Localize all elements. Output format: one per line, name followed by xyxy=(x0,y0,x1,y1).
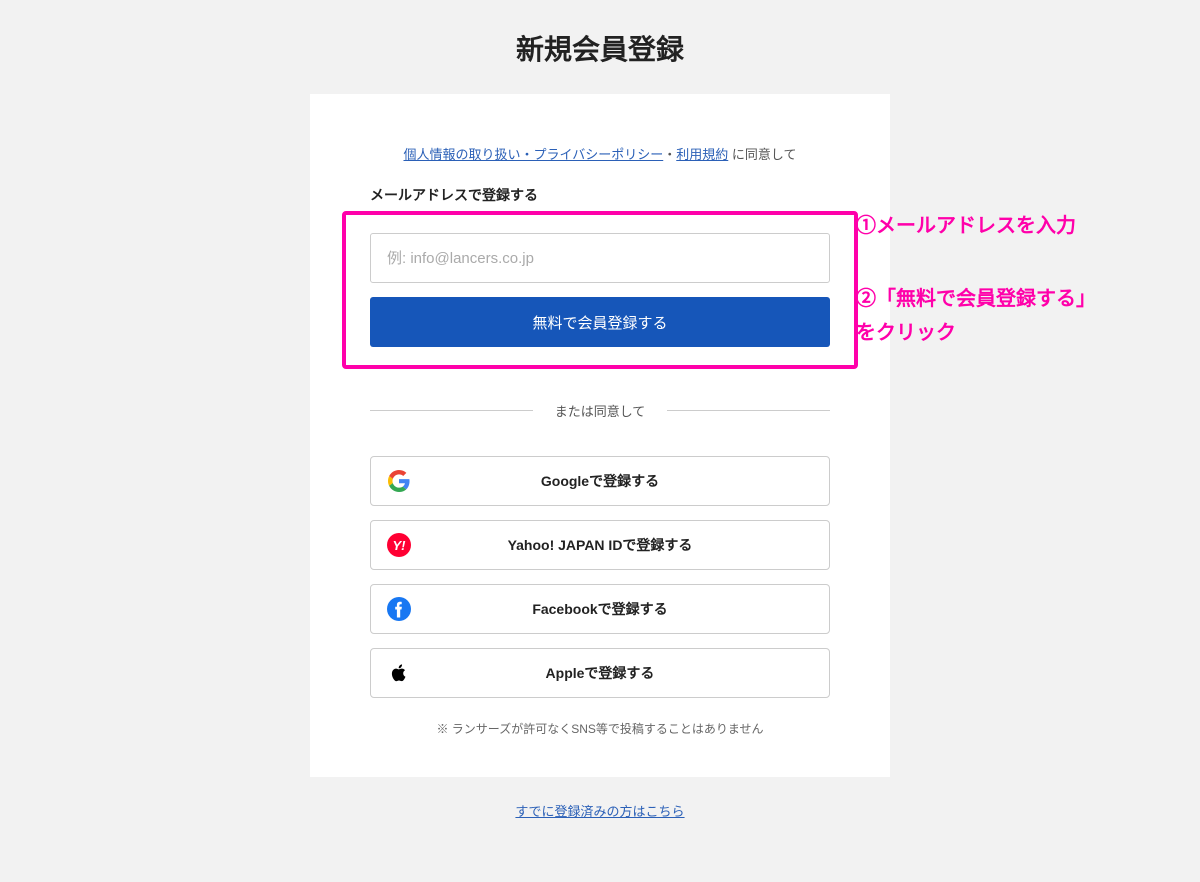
consent-text: 個人情報の取り扱い・プライバシーポリシー・利用規約 に同意して xyxy=(342,144,858,163)
email-input[interactable] xyxy=(370,233,830,283)
facebook-register-button[interactable]: Facebookで登録する xyxy=(370,584,830,634)
privacy-link[interactable]: 個人情報の取り扱い・プライバシーポリシー xyxy=(403,147,663,162)
apple-register-button[interactable]: Appleで登録する xyxy=(370,648,830,698)
email-section-label: メールアドレスで登録する xyxy=(370,185,858,205)
page-title: 新規会員登録 xyxy=(0,0,1200,94)
register-button[interactable]: 無料で会員登録する xyxy=(370,297,830,347)
separator: ・ xyxy=(663,147,676,162)
consent-tail: に同意して xyxy=(728,147,796,162)
annotation-step-1: ①メールアドレスを入力 xyxy=(856,210,1076,242)
sns-disclaimer: ※ ランサーズが許可なくSNS等で投稿することはありません xyxy=(342,720,858,737)
social-buttons-group: Googleで登録する Y! Yahoo! JAPAN IDで登録する Face… xyxy=(370,456,830,698)
already-registered-link[interactable]: すでに登録済みの方はこちら xyxy=(515,804,684,819)
google-label: Googleで登録する xyxy=(427,471,829,491)
divider: または同意して xyxy=(370,401,830,420)
yahoo-label: Yahoo! JAPAN IDで登録する xyxy=(427,535,829,555)
facebook-icon xyxy=(371,597,427,621)
footer: すでに登録済みの方はこちら xyxy=(0,801,1200,820)
registration-card: 個人情報の取り扱い・プライバシーポリシー・利用規約 に同意して メールアドレスで… xyxy=(310,94,890,777)
google-register-button[interactable]: Googleで登録する xyxy=(370,456,830,506)
facebook-label: Facebookで登録する xyxy=(427,599,829,619)
highlight-box: 無料で会員登録する xyxy=(342,211,858,369)
divider-line-right xyxy=(667,410,830,411)
annotation-step-2: ②「無料で会員登録する」をクリック xyxy=(856,282,1186,350)
yahoo-icon: Y! xyxy=(371,533,427,557)
apple-label: Appleで登録する xyxy=(427,663,829,683)
apple-icon xyxy=(371,661,427,685)
yahoo-register-button[interactable]: Y! Yahoo! JAPAN IDで登録する xyxy=(370,520,830,570)
divider-text: または同意して xyxy=(533,401,668,420)
divider-line-left xyxy=(370,410,533,411)
terms-link[interactable]: 利用規約 xyxy=(676,147,728,162)
google-icon xyxy=(371,470,427,492)
